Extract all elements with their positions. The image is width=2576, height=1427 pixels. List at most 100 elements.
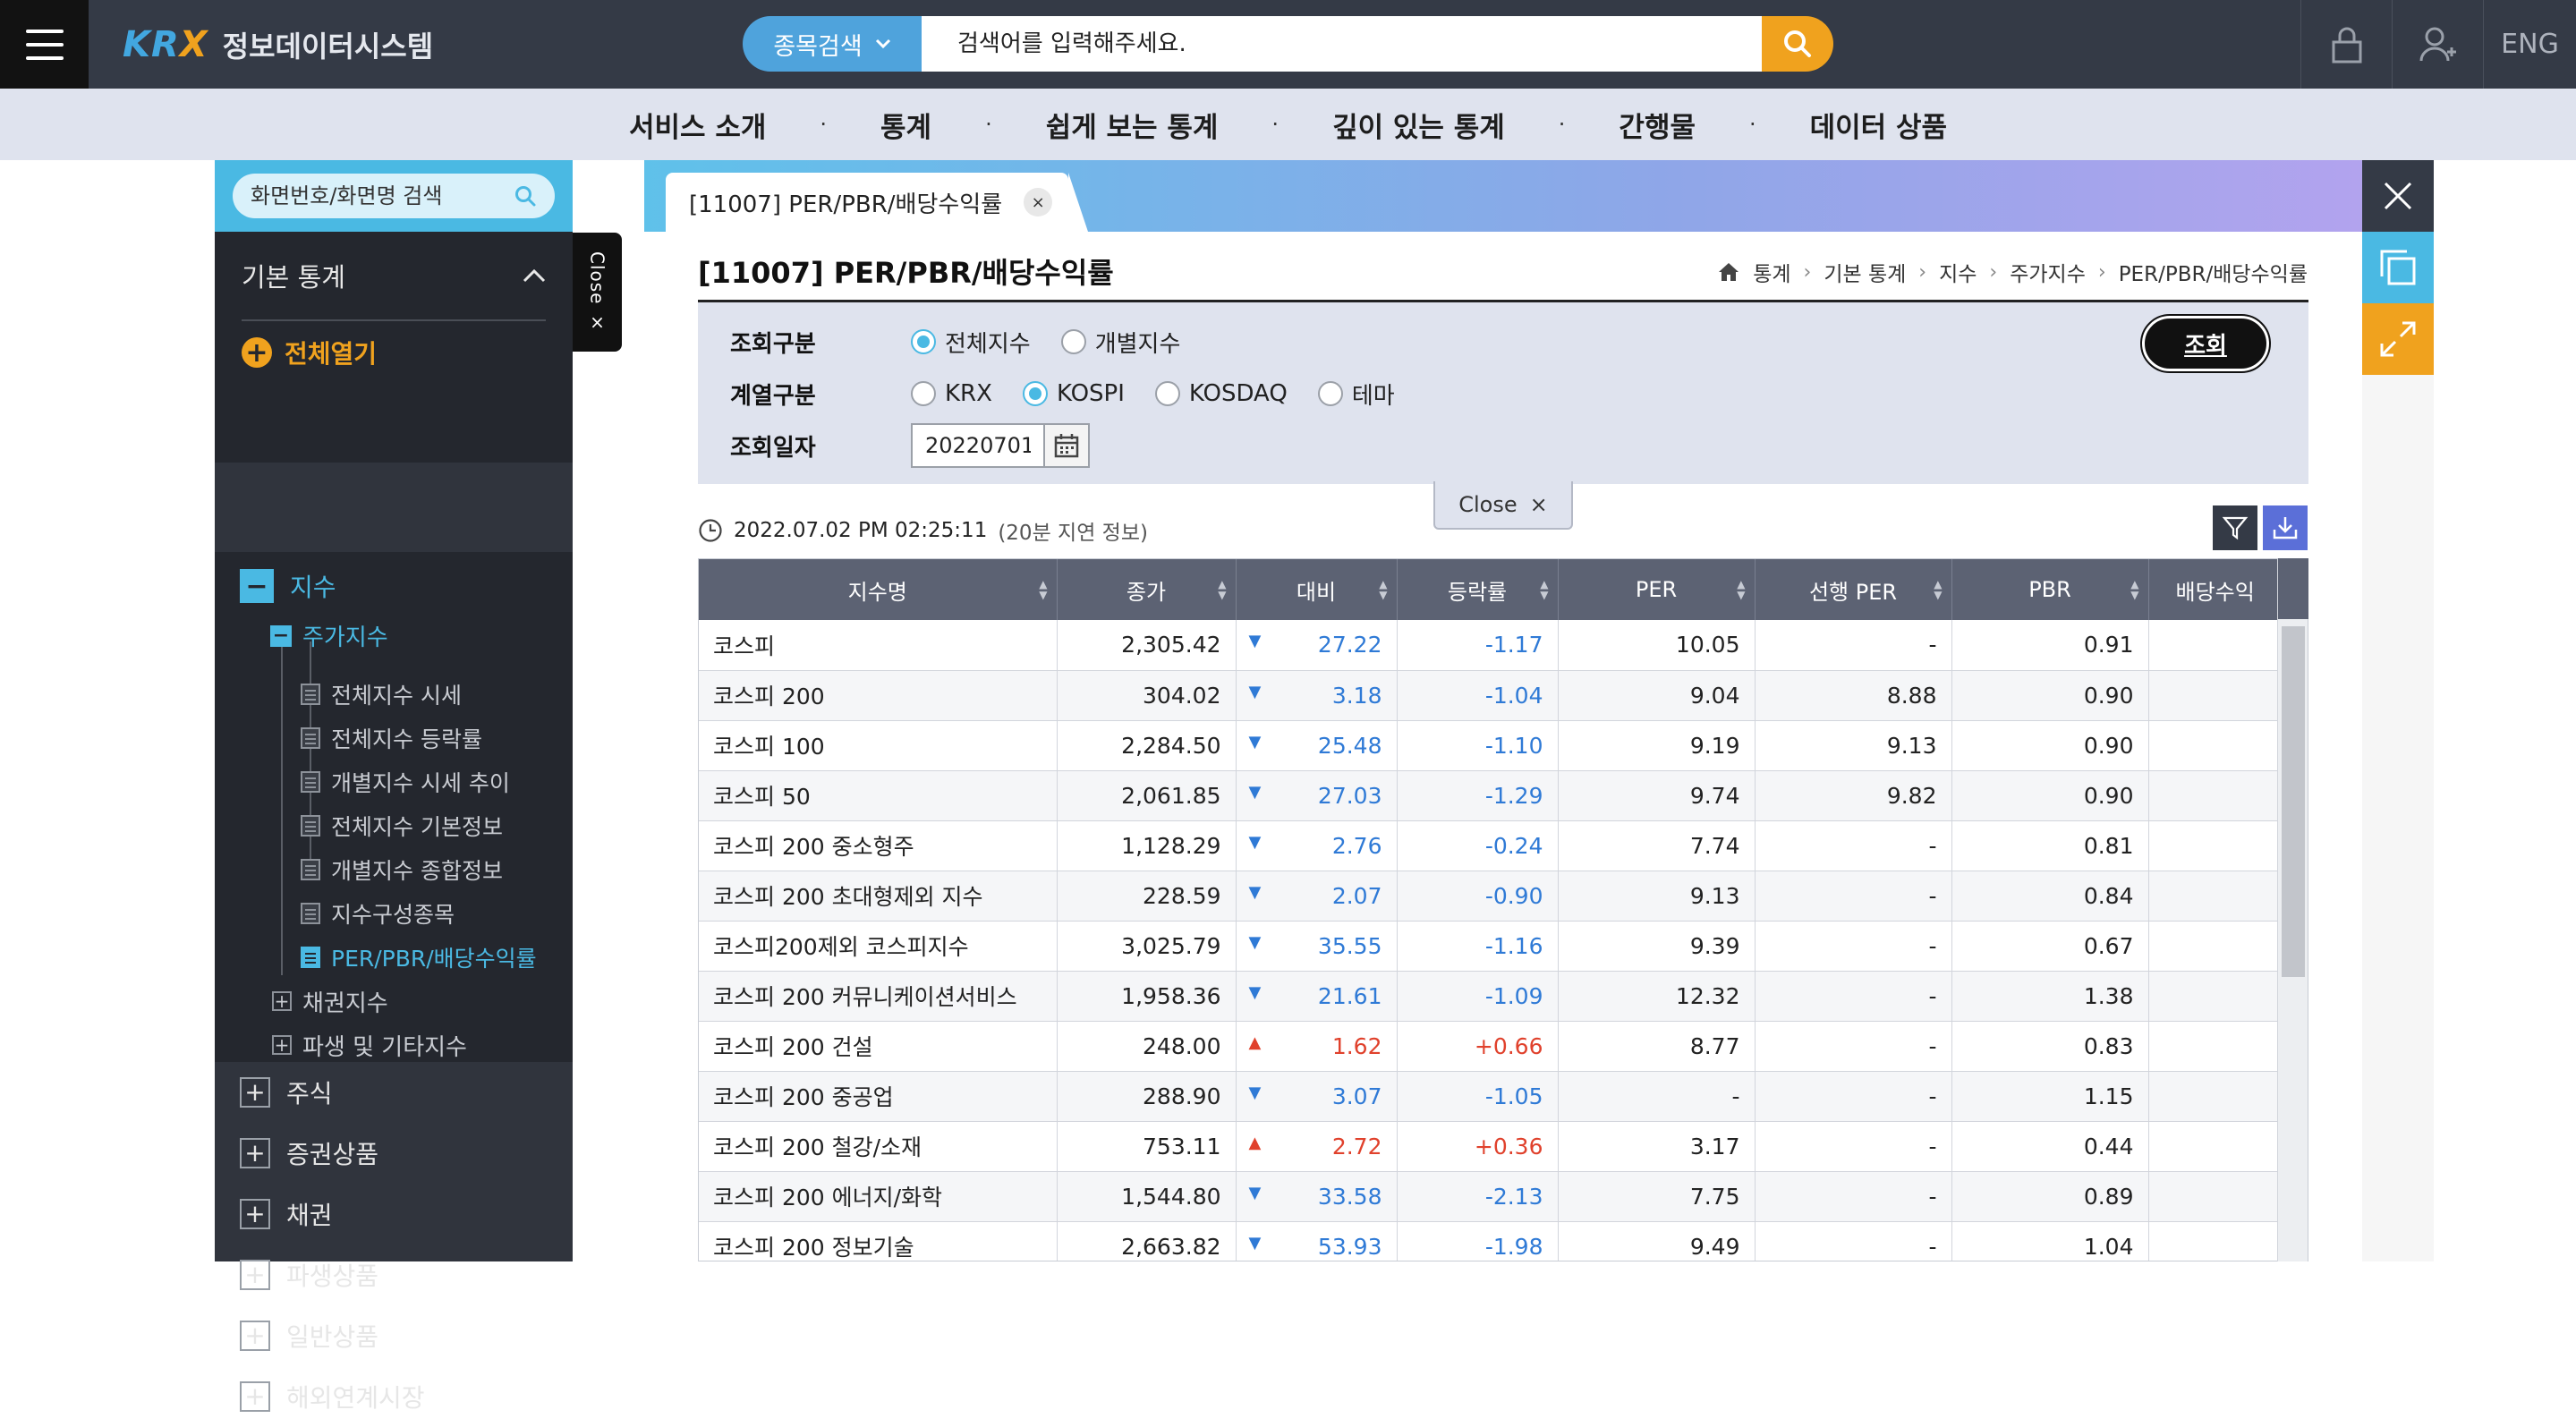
table-row[interactable]: 코스피 200 정보기술 2,663.82 ▼ 53.93 -1.98 9.49-1.04 bbox=[699, 1221, 2308, 1261]
cell-rate: -1.09 bbox=[1397, 971, 1559, 1022]
radio-kospi[interactable]: KOSPI bbox=[1022, 380, 1125, 407]
cell-forward-per: - bbox=[1755, 971, 1952, 1022]
column-header-label: 종가 bbox=[1126, 579, 1167, 605]
tree-leaf-active[interactable]: PER/PBR/배당수익률 bbox=[301, 941, 537, 973]
tree-item-stock-index[interactable]: − 주가지수 bbox=[270, 619, 388, 652]
table-row[interactable]: 코스피 200 초대형제외 지수 228.59 ▼ 2.07 -0.90 9.13-0.8… bbox=[699, 871, 2308, 922]
nav-statistics[interactable]: 통계 bbox=[827, 105, 985, 145]
cell-change: ▼ 21.61 bbox=[1236, 971, 1398, 1022]
date-input[interactable] bbox=[911, 423, 1045, 468]
breadcrumb-item[interactable]: 주가지수 bbox=[2010, 257, 2086, 287]
table-row[interactable]: 코스피 50 2,061.85 ▼ 27.03 -1.29 9.74 9.82 0.90 bbox=[699, 770, 2308, 821]
close-window-button[interactable] bbox=[2362, 160, 2434, 232]
chevron-up-icon bbox=[523, 268, 546, 283]
search-type-dropdown[interactable]: 종목검색 bbox=[743, 16, 922, 72]
home-icon[interactable] bbox=[1717, 261, 1740, 283]
radio-checked-icon bbox=[911, 329, 936, 354]
category-commodities[interactable]: + 일반상품 bbox=[215, 1305, 573, 1366]
join-button[interactable] bbox=[2392, 0, 2483, 89]
column-header[interactable]: PER ▲ ▼ bbox=[1558, 559, 1756, 620]
document-icon bbox=[301, 771, 320, 793]
column-header[interactable]: 지수명 ▲ ▼ bbox=[699, 559, 1058, 620]
column-header[interactable]: 등락률 ▲ ▼ bbox=[1397, 559, 1559, 620]
filter-close-button[interactable]: Close × bbox=[1433, 481, 1573, 530]
tree-leaf[interactable]: 개별지수 종합정보 bbox=[301, 854, 503, 886]
nav-deep-statistics[interactable]: 깊이 있는 통계 bbox=[1279, 105, 1559, 145]
radio-theme[interactable]: 테마 bbox=[1317, 378, 1395, 411]
nav-separator: · bbox=[820, 112, 828, 137]
expand-icon: + bbox=[240, 1077, 270, 1108]
column-header[interactable]: 종가 ▲ ▼ bbox=[1057, 559, 1237, 620]
expand-all-button[interactable]: + 전체열기 bbox=[242, 321, 546, 384]
column-header[interactable]: 대비 ▲ ▼ bbox=[1236, 559, 1398, 620]
breadcrumb-item[interactable]: PER/PBR/배당수익률 bbox=[2119, 257, 2308, 287]
radio-kosdaq[interactable]: KOSDAQ bbox=[1154, 380, 1288, 407]
category-overseas-markets[interactable]: + 해외연계시장 bbox=[215, 1366, 573, 1427]
table-row[interactable]: 코스피 200 건설 248.00 ▲ 1.62 +0.66 8.77-0.83 bbox=[699, 1021, 2308, 1072]
calendar-button[interactable] bbox=[1045, 423, 1090, 468]
breadcrumb-item[interactable]: 지수 bbox=[1939, 257, 1977, 287]
tab-per-pbr[interactable]: [11007] PER/PBR/배당수익률 × bbox=[666, 173, 1088, 232]
table-row[interactable]: 코스피 200 커뮤니케이션서비스 1,958.36 ▼ 21.61 -1.09 12.3… bbox=[699, 971, 2308, 1022]
tree-item-bond-index[interactable]: + 채권지수 bbox=[272, 985, 388, 1017]
tree-leaf[interactable]: 전체지수 등락률 bbox=[301, 722, 482, 754]
table-row[interactable]: 코스피 100 2,284.50 ▼ 25.48 -1.10 9.19 9.13 0.90 bbox=[699, 720, 2308, 771]
nav-service-intro[interactable]: 서비스 소개 bbox=[575, 105, 820, 145]
screen-search-input[interactable] bbox=[251, 183, 492, 208]
table-row[interactable]: 코스피 200 중공업 288.90 ▼ 3.07 -1.05- -1.15 bbox=[699, 1071, 2308, 1122]
column-header[interactable]: 선행 PER ▲ ▼ bbox=[1755, 559, 1952, 620]
table-row[interactable]: 코스피 200 304.02 ▼ 3.18 -1.04 9.04 8.88 0.90 bbox=[699, 670, 2308, 721]
category-bonds[interactable]: + 채권 bbox=[215, 1184, 573, 1244]
new-window-button[interactable] bbox=[2362, 232, 2434, 303]
download-button[interactable] bbox=[2263, 505, 2308, 550]
category-derivatives[interactable]: + 파생상품 bbox=[215, 1244, 573, 1305]
expand-window-button[interactable] bbox=[2362, 303, 2434, 375]
tab-close-icon[interactable]: × bbox=[1024, 188, 1053, 217]
breadcrumb-item[interactable]: 기본 통계 bbox=[1824, 257, 1906, 287]
nav-easy-statistics[interactable]: 쉽게 보는 통계 bbox=[992, 105, 1272, 145]
nav-publications[interactable]: 간행물 bbox=[1565, 105, 1749, 145]
search-button[interactable] bbox=[1762, 16, 1833, 72]
column-header[interactable]: PBR ▲ ▼ bbox=[1951, 559, 2149, 620]
menu-icon[interactable] bbox=[0, 0, 89, 89]
change-value: 3.07 bbox=[1331, 1083, 1382, 1109]
tree-leaf[interactable]: 개별지수 시세 추이 bbox=[301, 766, 510, 798]
table-row[interactable]: 코스피 200 철강/소재 753.11 ▲ 2.72 +0.36 3.17-0.44 bbox=[699, 1121, 2308, 1172]
logo[interactable]: KRX 정보데이터시스템 bbox=[123, 20, 433, 70]
menu-tree: − 지수 − 주가지수 전체지수 시세 전체지수 등락률 개별지수 시세 추이 … bbox=[215, 552, 573, 1062]
table-row[interactable]: 코스피 200 에너지/화학 1,544.80 ▼ 33.58 -2.13 7.75-0.… bbox=[699, 1171, 2308, 1222]
tree-item-index[interactable]: − 지수 bbox=[240, 568, 336, 604]
sidebar-close-button[interactable]: Close × bbox=[573, 233, 622, 352]
scrollbar-thumb[interactable] bbox=[2282, 626, 2305, 977]
category-stocks[interactable]: + 주식 bbox=[215, 1062, 573, 1123]
filter-button[interactable] bbox=[2213, 505, 2257, 550]
table-row[interactable]: 코스피 200 중소형주 1,128.29 ▼ 2.76 -0.24 7.74-0.81 bbox=[699, 820, 2308, 871]
filter-label: 계열구분 bbox=[730, 382, 816, 410]
tree-leaf[interactable]: 전체지수 기본정보 bbox=[301, 810, 503, 842]
radio-krx[interactable]: KRX bbox=[911, 380, 992, 407]
cell-pbr: 0.90 bbox=[1951, 720, 2149, 771]
search-icon[interactable] bbox=[514, 184, 537, 208]
tree-leaf[interactable]: 전체지수 시세 bbox=[301, 678, 462, 710]
breadcrumb-item[interactable]: 통계 bbox=[1753, 257, 1790, 287]
table-row[interactable]: 코스피 2,305.42 ▼ 27.22 -1.17 10.05-0.91 bbox=[699, 620, 2308, 671]
radio-all-index[interactable]: 전체지수 bbox=[911, 326, 1031, 359]
radio-individual-index[interactable]: 개별지수 bbox=[1060, 326, 1180, 359]
table-row[interactable]: 코스피200제외 코스피지수 3,025.79 ▼ 35.55 -1.16 9.39-0.… bbox=[699, 921, 2308, 972]
nav-data-products[interactable]: 데이터 상품 bbox=[1756, 105, 2001, 145]
cell-rate: -1.05 bbox=[1397, 1071, 1559, 1122]
filter-label: 조회일자 bbox=[730, 434, 816, 462]
section-header[interactable]: 기본 통계 bbox=[242, 232, 546, 321]
breadcrumb-separator: › bbox=[1918, 260, 1927, 284]
search-input[interactable] bbox=[922, 16, 1762, 72]
lock-button[interactable] bbox=[2300, 0, 2392, 89]
tree-item-derivative-index[interactable]: + 파생 및 기타지수 bbox=[272, 1029, 467, 1061]
query-button[interactable]: 조회 bbox=[2140, 314, 2271, 373]
cell-close: 248.00 bbox=[1057, 1021, 1237, 1072]
language-button[interactable]: ENG bbox=[2483, 0, 2576, 89]
category-securities-products[interactable]: + 증권상품 bbox=[215, 1123, 573, 1184]
table-scrollbar[interactable] bbox=[2277, 558, 2308, 1261]
tree-leaf[interactable]: 지수구성종목 bbox=[301, 897, 455, 930]
arrow-down-icon: ▼ bbox=[1248, 982, 1262, 1002]
collapse-icon: − bbox=[240, 569, 274, 603]
